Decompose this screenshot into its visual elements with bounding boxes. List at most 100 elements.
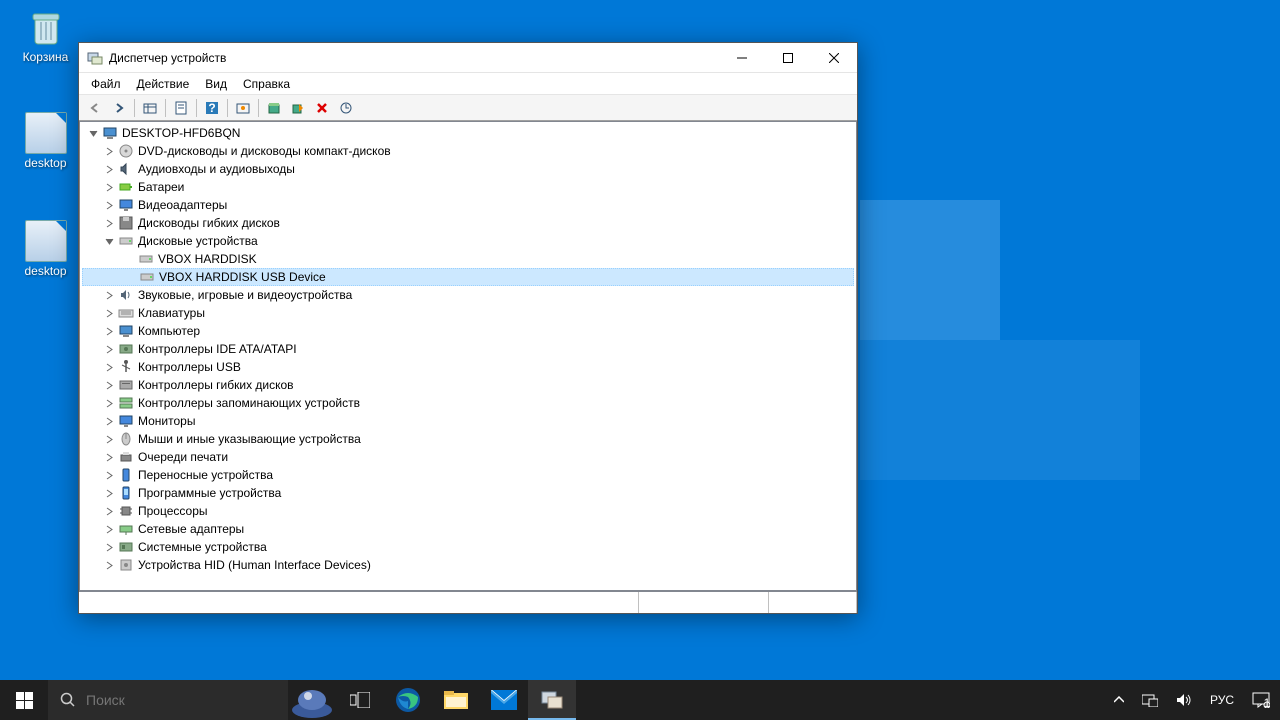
expand-icon[interactable] [102,558,116,572]
tree-category-node[interactable]: Контроллеры запоминающих устройств [82,394,854,412]
expand-icon[interactable] [86,126,100,140]
node-label: Контроллеры IDE ATA/ATAPI [138,342,297,356]
expand-icon[interactable] [102,144,116,158]
tree-category-node[interactable]: Батареи [82,178,854,196]
desktop-icon-recycle-bin[interactable]: Корзина [8,6,83,64]
action-center-icon[interactable]: 1 [1248,680,1274,720]
node-label: Батареи [138,180,184,194]
update-driver-button[interactable] [262,97,286,119]
uninstall-device-button[interactable] [310,97,334,119]
disk-icon [139,269,155,285]
tree-device-node[interactable]: VBOX HARDDISK [82,250,854,268]
volume-icon[interactable] [1172,680,1196,720]
menu-action[interactable]: Действие [129,75,198,93]
expand-icon[interactable] [102,396,116,410]
edge-browser-icon[interactable] [384,680,432,720]
tree-category-node[interactable]: Устройства HID (Human Interface Devices) [82,556,854,574]
tree-category-node[interactable]: Компьютер [82,322,854,340]
scan-hardware-button[interactable] [231,97,255,119]
tree-category-node[interactable]: Программные устройства [82,484,854,502]
taskbar-search[interactable] [48,680,288,720]
tree-category-node[interactable]: Дисковые устройства [82,232,854,250]
expand-icon[interactable] [102,378,116,392]
desktop-icon-file-1[interactable]: desktop [8,112,83,170]
menu-help[interactable]: Справка [235,75,298,93]
desktop-icon-file-2[interactable]: desktop [8,220,83,278]
menu-file[interactable]: Файл [83,75,129,93]
keyboard-icon [118,305,134,321]
expand-icon[interactable] [102,504,116,518]
tree-category-node[interactable]: Контроллеры гибких дисков [82,376,854,394]
menu-view[interactable]: Вид [197,75,235,93]
tree-category-node[interactable]: Звуковые, игровые и видеоустройства [82,286,854,304]
expand-icon[interactable] [102,432,116,446]
tray-devices-icon[interactable] [1138,680,1162,720]
tree-category-node[interactable]: Процессоры [82,502,854,520]
tree-category-node[interactable]: Контроллеры IDE ATA/ATAPI [82,340,854,358]
expand-icon[interactable] [102,216,116,230]
node-label: Процессоры [138,504,208,518]
file-explorer-icon[interactable] [432,680,480,720]
mail-icon[interactable] [480,680,528,720]
expand-icon[interactable] [102,540,116,554]
node-label: Контроллеры USB [138,360,241,374]
window-title: Диспетчер устройств [109,51,719,65]
help-button[interactable]: ? [200,97,224,119]
node-label: Переносные устройства [138,468,273,482]
search-input[interactable] [86,692,267,708]
tree-category-node[interactable]: Очереди печати [82,448,854,466]
cortana-icon[interactable] [288,680,336,720]
expand-icon[interactable] [102,414,116,428]
expand-icon[interactable] [102,450,116,464]
back-button[interactable] [83,97,107,119]
scan-changes-button[interactable] [334,97,358,119]
forward-button[interactable] [107,97,131,119]
tree-category-node[interactable]: Клавиатуры [82,304,854,322]
disk-icon [118,233,134,249]
tree-category-node[interactable]: Мыши и иные указывающие устройства [82,430,854,448]
expand-icon[interactable] [102,342,116,356]
mouse-icon [118,431,134,447]
titlebar[interactable]: Диспетчер устройств [79,43,857,73]
battery-icon [118,179,134,195]
tree-category-node[interactable]: Контроллеры USB [82,358,854,376]
start-button[interactable] [0,680,48,720]
tree-category-node[interactable]: DVD-дисководы и дисководы компакт-дисков [82,142,854,160]
expand-icon[interactable] [102,162,116,176]
node-label: Устройства HID (Human Interface Devices) [138,558,371,572]
tree-category-node[interactable]: Видеоадаптеры [82,196,854,214]
task-view-button[interactable] [336,680,384,720]
expand-icon[interactable] [102,486,116,500]
tree-category-node[interactable]: Системные устройства [82,538,854,556]
node-label: Дисковые устройства [138,234,258,248]
tree-category-node[interactable]: Дисководы гибких дисков [82,214,854,232]
show-hidden-button[interactable] [138,97,162,119]
expand-icon[interactable] [102,234,116,248]
enable-device-button[interactable] [286,97,310,119]
tree-root-node[interactable]: DESKTOP-HFD6BQN [82,124,854,142]
maximize-button[interactable] [765,43,811,73]
file-icon [25,112,67,154]
tree-category-node[interactable]: Аудиовходы и аудиовыходы [82,160,854,178]
expand-icon[interactable] [102,180,116,194]
expand-icon[interactable] [102,198,116,212]
language-indicator[interactable]: РУС [1206,680,1238,720]
node-label: Компьютер [138,324,200,338]
expand-icon[interactable] [102,306,116,320]
expand-icon[interactable] [102,360,116,374]
expand-icon[interactable] [102,288,116,302]
expand-icon[interactable] [102,324,116,338]
expand-icon[interactable] [102,468,116,482]
minimize-button[interactable] [719,43,765,73]
tree-category-node[interactable]: Переносные устройства [82,466,854,484]
tree-device-node[interactable]: VBOX HARDDISK USB Device [82,268,854,286]
close-button[interactable] [811,43,857,73]
search-icon [60,692,76,708]
tree-category-node[interactable]: Сетевые адаптеры [82,520,854,538]
properties-button[interactable] [169,97,193,119]
device-tree[interactable]: DESKTOP-HFD6BQNDVD-дисководы и дисководы… [79,121,857,591]
tree-category-node[interactable]: Мониторы [82,412,854,430]
tray-overflow-icon[interactable] [1110,680,1128,720]
expand-icon[interactable] [102,522,116,536]
device-manager-taskbar-icon[interactable] [528,680,576,720]
